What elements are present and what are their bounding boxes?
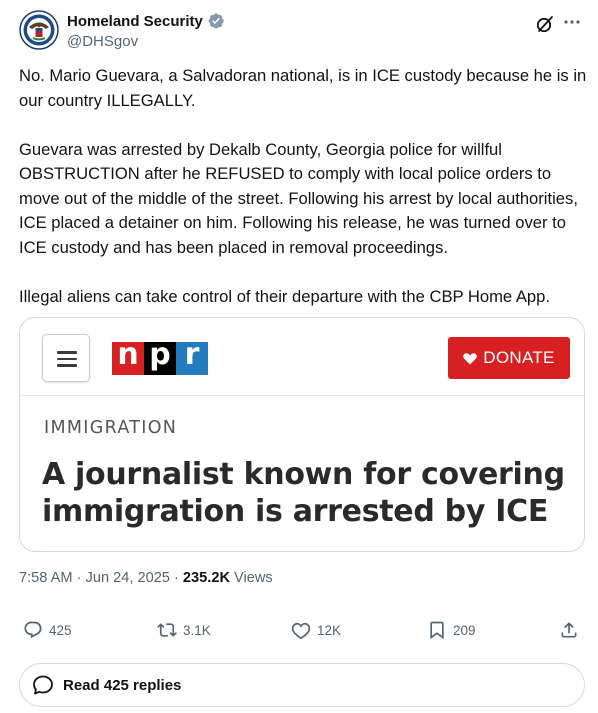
- logo-letter-r: r: [176, 340, 208, 375]
- logo-letter-n: n: [112, 340, 144, 375]
- like-count: 12K: [317, 622, 342, 638]
- tweet-text: No. Mario Guevara, a Salvadoran national…: [19, 64, 587, 309]
- verified-badge-icon[interactable]: [207, 12, 225, 30]
- more-icon[interactable]: [562, 12, 582, 32]
- action-bar: 425 3.1K 12K 209: [19, 620, 585, 644]
- tweet-time[interactable]: 7:58 AM: [19, 570, 73, 586]
- dhs-seal-icon[interactable]: [19, 10, 59, 50]
- reply-button[interactable]: 425: [23, 620, 72, 640]
- views-label: Views: [234, 570, 273, 586]
- article-headline: A journalist known for covering immigrat…: [42, 457, 565, 529]
- reply-icon: [24, 621, 42, 639]
- speech-bubble-icon: [33, 675, 53, 695]
- share-icon: [561, 622, 577, 638]
- tweet-paragraph: No. Mario Guevara, a Salvadoran national…: [19, 66, 587, 110]
- like-button[interactable]: 12K: [291, 620, 341, 640]
- bookmark-count: 209: [453, 622, 476, 638]
- article-kicker: IMMIGRATION: [44, 418, 178, 438]
- donate-button: DONATE: [448, 337, 570, 379]
- repost-button[interactable]: 3.1K: [157, 620, 211, 640]
- read-replies-button[interactable]: Read 425 replies: [19, 663, 585, 707]
- logo-letter-p: p: [144, 340, 176, 375]
- tweet-meta: 7:58 AM · Jun 24, 2025 · 235.2K Views: [19, 570, 273, 586]
- link-preview-card[interactable]: n p r DONATE IMMIGRATION A journalist kn…: [19, 317, 585, 552]
- views-count: 235.2K: [182, 570, 230, 586]
- meta-separator: ·: [76, 570, 86, 586]
- heart-outline-icon: [291, 622, 311, 640]
- meta-separator: ·: [174, 570, 183, 586]
- handle[interactable]: @DHSgov: [67, 33, 138, 50]
- tweet-paragraph: Guevara was arrested by Dekalb County, G…: [19, 139, 578, 257]
- display-name[interactable]: Homeland Security: [67, 13, 203, 30]
- read-replies-label: Read 425 replies: [63, 676, 182, 694]
- grok-icon[interactable]: [535, 14, 555, 34]
- tweet-date[interactable]: Jun 24, 2025: [86, 570, 170, 586]
- reply-count: 425: [49, 622, 72, 638]
- tweet-paragraph: Illegal aliens can take control of their…: [19, 286, 550, 306]
- heart-icon: [463, 352, 478, 364]
- repost-count: 3.1K: [183, 622, 211, 638]
- npr-logo: n p r: [112, 340, 208, 375]
- npr-header: n p r DONATE: [20, 318, 584, 396]
- bookmark-icon: [430, 621, 444, 640]
- hamburger-menu-icon: [42, 334, 90, 382]
- bookmark-button[interactable]: 209: [427, 620, 476, 640]
- share-button[interactable]: [559, 620, 579, 640]
- repost-icon: [157, 623, 177, 637]
- donate-label: DONATE: [483, 348, 555, 367]
- tweet-header: Homeland Security @DHSgov: [19, 10, 585, 54]
